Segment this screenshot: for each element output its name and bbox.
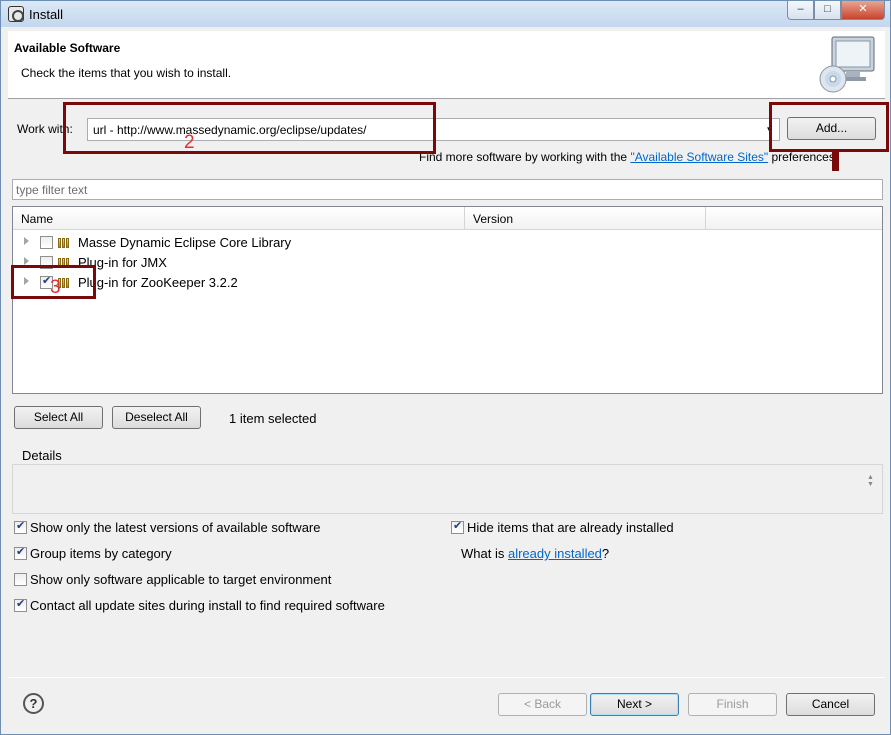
what-is-suffix: ? (601, 546, 610, 561)
eclipse-icon (8, 6, 24, 22)
title-bar[interactable]: Install – □ ✕ (1, 1, 890, 27)
feature-icon (58, 237, 73, 248)
filter-placeholder: type filter text (16, 183, 88, 197)
help-icon[interactable]: ? (23, 693, 44, 714)
find-more-text: Find more software by working with the "… (419, 150, 838, 164)
details-area[interactable] (12, 464, 883, 514)
target-environment-checkbox[interactable] (14, 573, 27, 586)
filter-input[interactable]: type filter text (12, 179, 883, 200)
contact-sites-checkbox[interactable] (14, 597, 27, 612)
annotation-box-2 (63, 102, 436, 154)
install-cd-icon (819, 36, 875, 93)
hide-installed-label: Hide items that are already installed (467, 520, 674, 535)
annotation-box-1 (769, 102, 889, 152)
find-more-suffix: preferences. (771, 150, 839, 164)
what-is-installed-text: What is already installed? (461, 546, 609, 561)
item-checkbox[interactable] (40, 236, 53, 249)
column-filler (706, 207, 882, 230)
column-name[interactable]: Name (13, 207, 465, 230)
footer-separator (8, 677, 885, 678)
details-scroll-icon[interactable]: ▲ ▼ (867, 474, 874, 488)
annotation-number-2: 2 (184, 132, 195, 153)
group-by-category-checkbox[interactable] (14, 545, 27, 560)
expand-icon[interactable] (24, 237, 29, 245)
expand-icon[interactable] (24, 257, 29, 265)
deselect-all-button[interactable]: Deselect All (112, 406, 201, 429)
software-tree[interactable]: Name Version Masse Dynamic Eclipse Core … (12, 206, 883, 394)
cancel-button[interactable]: Cancel (786, 693, 875, 716)
item-label: Masse Dynamic Eclipse Core Library (78, 235, 292, 250)
finish-button[interactable]: Finish (688, 693, 777, 716)
already-installed-link[interactable]: already installed (508, 546, 602, 561)
hide-installed-checkbox[interactable] (451, 519, 464, 534)
close-button[interactable]: ✕ (841, 1, 885, 20)
next-button[interactable]: Next > (590, 693, 679, 716)
what-is-prefix: What is (461, 546, 505, 561)
install-dialog: Install – □ ✕ Available Software Check t… (0, 0, 891, 735)
annotation-number-1: 1 (832, 151, 839, 171)
column-version[interactable]: Version (465, 207, 706, 230)
annotation-number-3: 3 (50, 277, 61, 298)
page-description: Check the items that you wish to install… (21, 66, 232, 80)
tree-row[interactable]: Plug-in for JMX (13, 252, 882, 272)
find-more-prefix: Find more software by working with the (419, 150, 628, 164)
maximize-button[interactable]: □ (814, 1, 841, 20)
minimize-button[interactable]: – (787, 1, 814, 20)
available-sites-link[interactable]: "Available Software Sites" (630, 150, 768, 164)
details-label: Details (22, 448, 62, 463)
back-button[interactable]: < Back (498, 693, 587, 716)
window-title: Install (29, 7, 63, 22)
selection-status: 1 item selected (229, 411, 317, 426)
group-by-category-label: Group items by category (30, 546, 172, 561)
tree-row[interactable]: Plug-in for ZooKeeper 3.2.2 (13, 272, 882, 292)
select-all-button[interactable]: Select All (14, 406, 103, 429)
latest-versions-label: Show only the latest versions of availab… (30, 520, 321, 535)
wizard-header: Available Software Check the items that … (8, 31, 885, 99)
item-label: Plug-in for ZooKeeper 3.2.2 (78, 275, 238, 290)
tree-row[interactable]: Masse Dynamic Eclipse Core Library (13, 232, 882, 252)
target-environment-label: Show only software applicable to target … (30, 572, 332, 587)
latest-versions-checkbox[interactable] (14, 519, 27, 534)
contact-sites-label: Contact all update sites during install … (30, 598, 385, 613)
page-title: Available Software (14, 41, 121, 55)
